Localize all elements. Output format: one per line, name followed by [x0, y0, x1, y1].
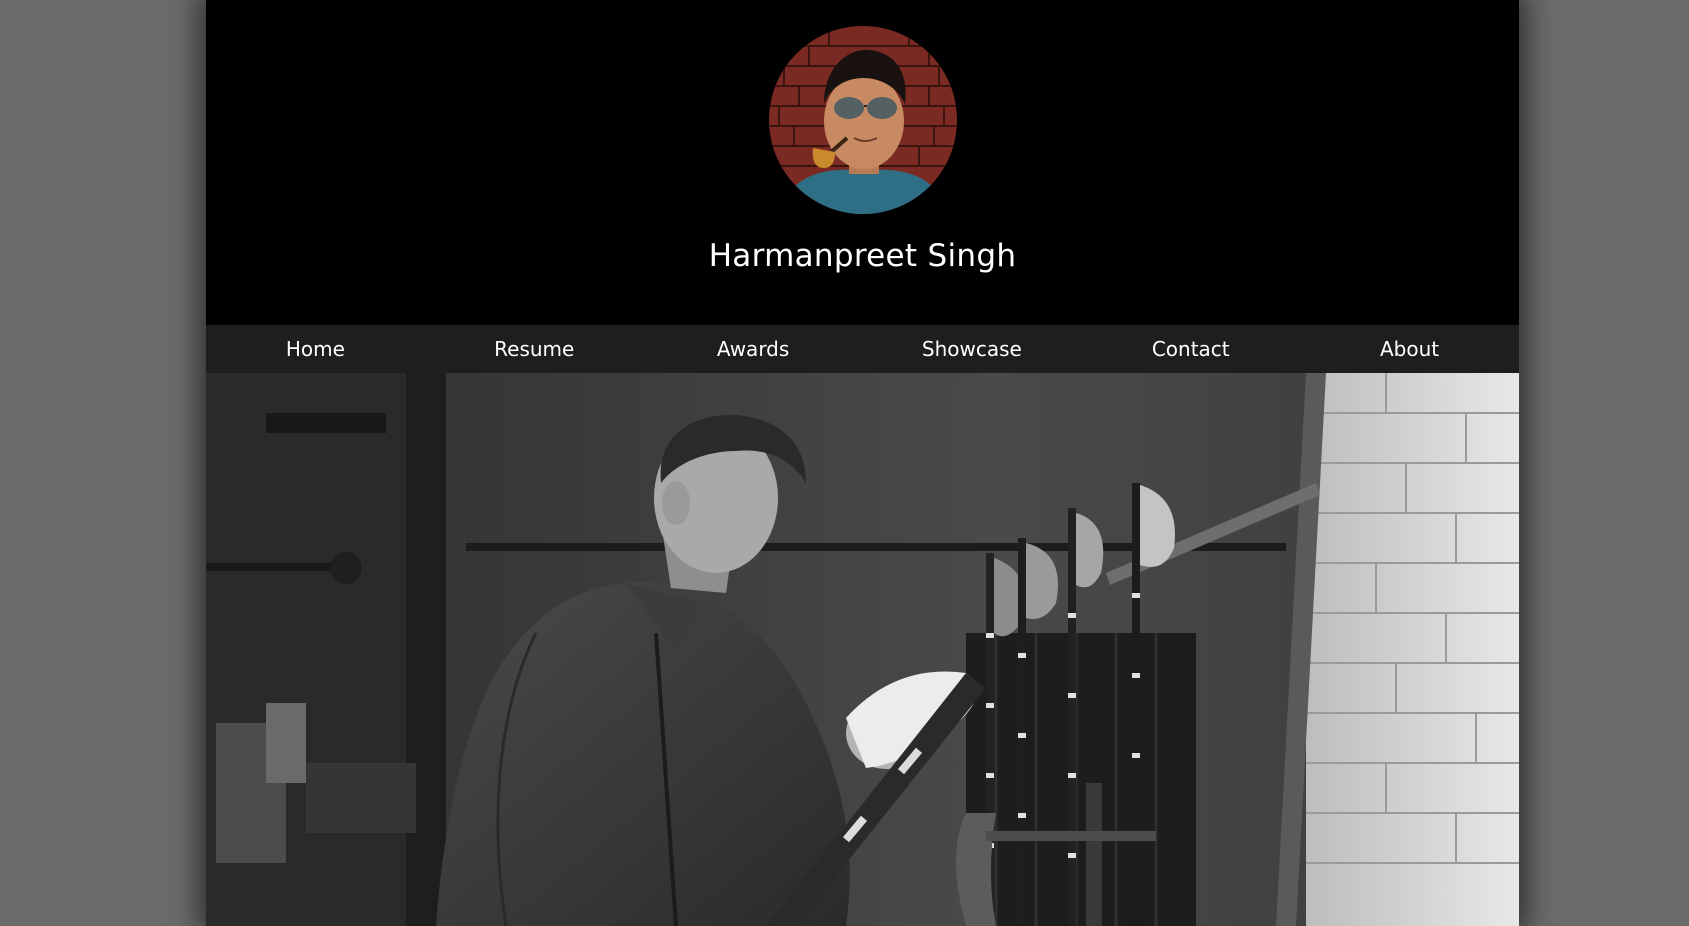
nav-item-about[interactable]: About	[1300, 325, 1519, 373]
hero-image	[206, 373, 1519, 926]
page-container: Harmanpreet Singh Home Resume Awards Sho…	[206, 0, 1519, 926]
nav-item-home[interactable]: Home	[206, 325, 425, 373]
profile-name: Harmanpreet Singh	[708, 238, 1017, 274]
main-nav: Home Resume Awards Showcase Contact Abou…	[206, 325, 1519, 373]
nav-item-resume[interactable]: Resume	[425, 325, 644, 373]
nav-item-showcase[interactable]: Showcase	[862, 325, 1081, 373]
nav-item-contact[interactable]: Contact	[1081, 325, 1300, 373]
site-header: Harmanpreet Singh	[206, 0, 1519, 325]
profile-avatar	[769, 26, 957, 214]
nav-item-awards[interactable]: Awards	[644, 325, 863, 373]
